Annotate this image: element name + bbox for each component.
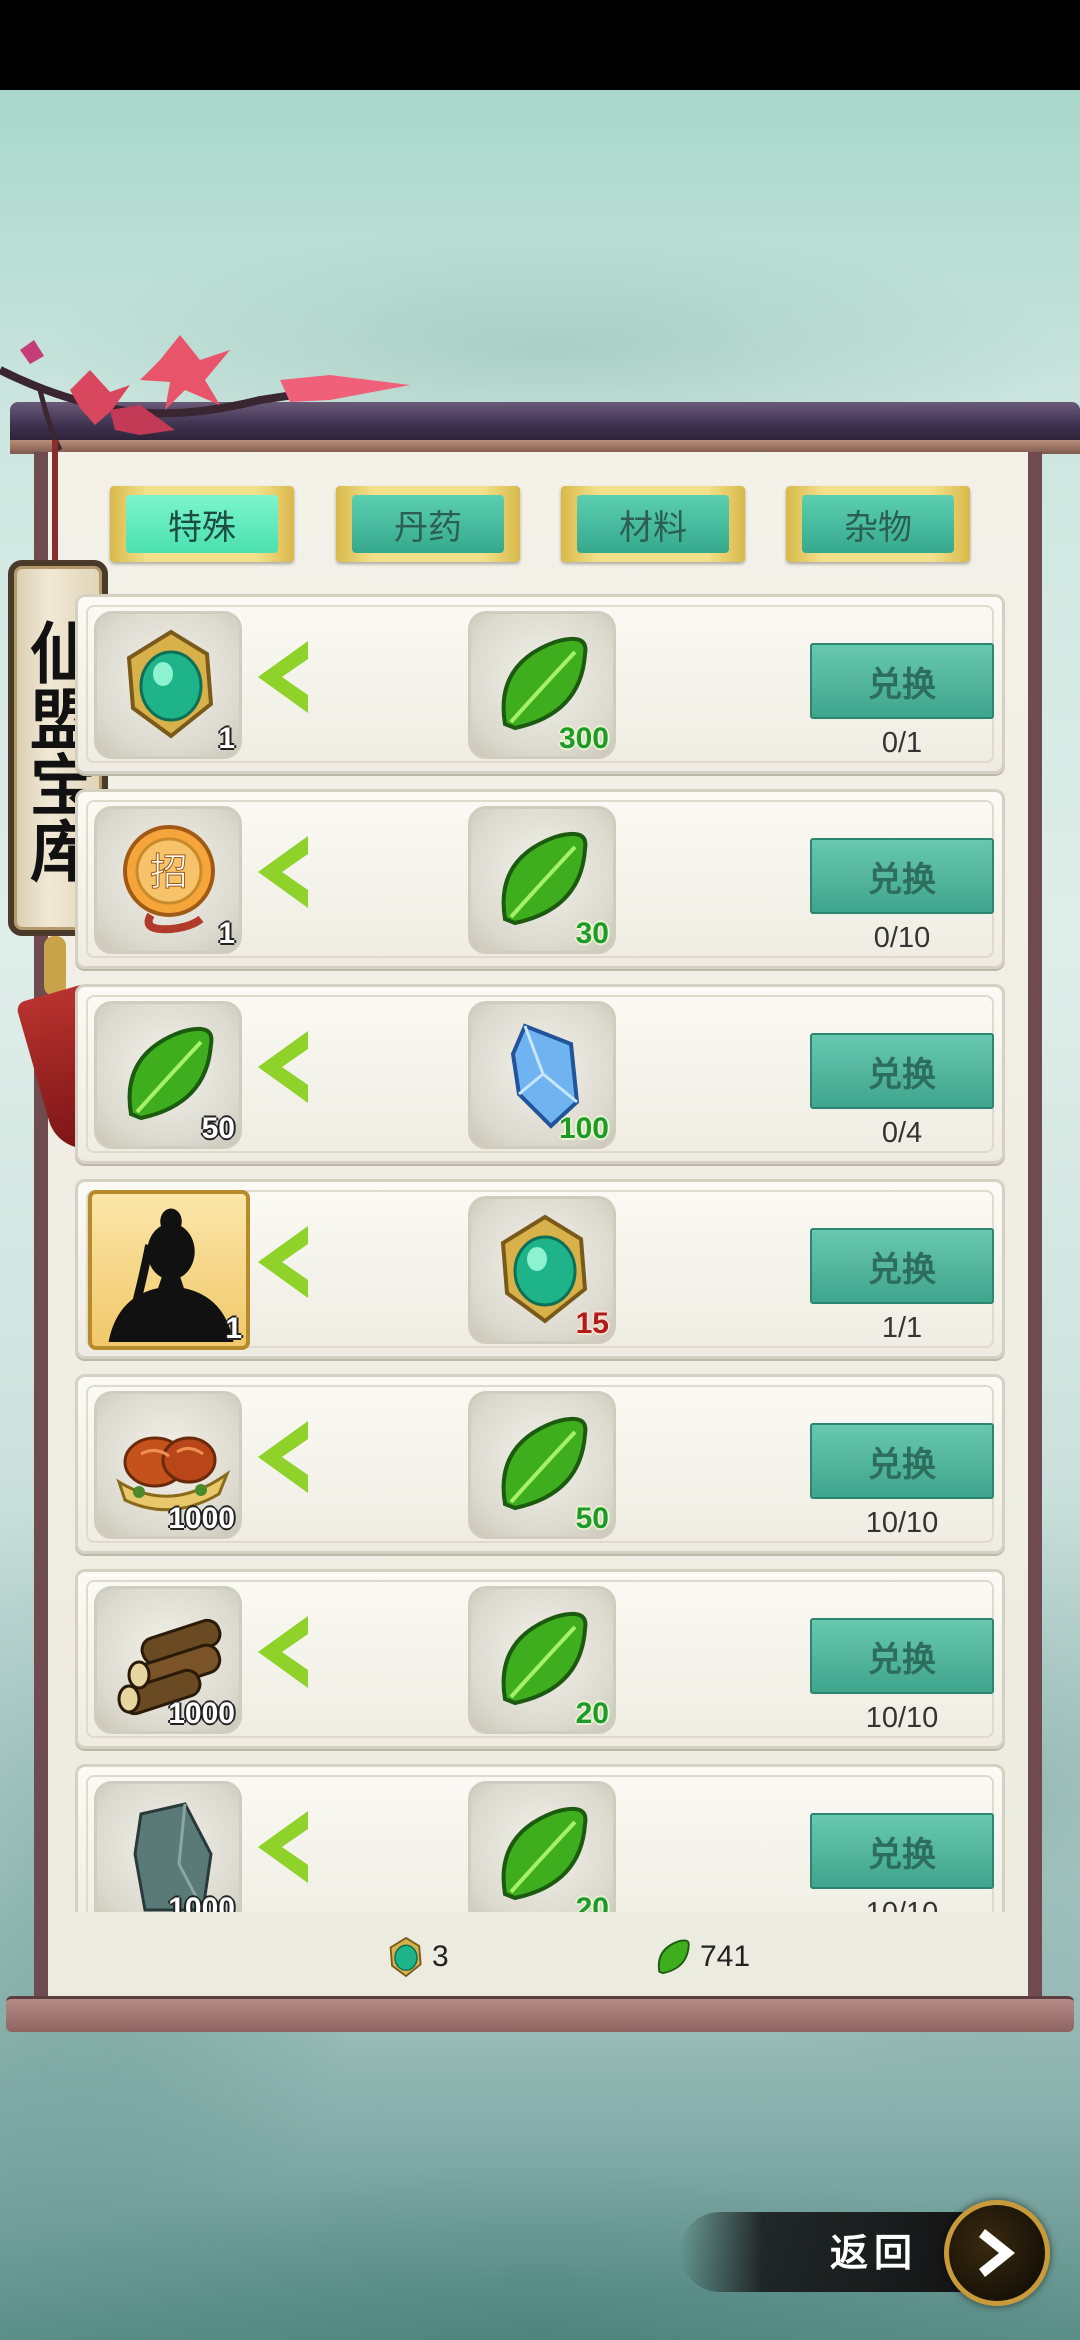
plaque-cord xyxy=(52,440,58,560)
arrow-left-icon xyxy=(258,1031,308,1103)
cost-slot[interactable]: 100 xyxy=(468,1001,616,1149)
exchange-button[interactable]: 兑换 xyxy=(810,838,994,914)
tab-misc[interactable]: 杂物 xyxy=(786,486,970,562)
jade-currency: 3 xyxy=(384,1928,449,1986)
cost-count: 20 xyxy=(575,1697,609,1730)
maple-branch-decoration xyxy=(0,335,410,452)
reward-count: 1000 xyxy=(168,1502,235,1535)
exchange-limit: 10/10 xyxy=(865,1702,939,1734)
arrow-left-icon xyxy=(258,1616,308,1688)
exchange-row: 50 100 兑换 0/4 xyxy=(75,984,1005,1164)
cost-slot[interactable]: 30 xyxy=(468,806,616,954)
exchange-button[interactable]: 兑换 xyxy=(810,1228,994,1304)
tab-materials-label: 材料 xyxy=(577,495,729,553)
exchange-limit: 0/1 xyxy=(881,727,923,759)
scroll-right-post xyxy=(1028,452,1042,2000)
leaf-amount: 741 xyxy=(700,1940,751,1973)
reward-count: 1000 xyxy=(168,1697,235,1730)
arrow-left-icon xyxy=(258,1226,308,1298)
exchange-row: 招 1 30 兑换 0/10 xyxy=(75,789,1005,969)
cost-count: 30 xyxy=(575,917,609,950)
reward-slot[interactable]: 50 xyxy=(94,1001,242,1149)
cost-count: 20 xyxy=(575,1892,609,1912)
currency-bar: 3 741 xyxy=(70,1912,1010,1996)
exchange-button[interactable]: 兑换 xyxy=(810,643,994,719)
cost-slot[interactable]: 15 xyxy=(468,1196,616,1344)
tab-special-label: 特殊 xyxy=(126,495,278,553)
green-leaf-icon xyxy=(657,1939,690,1975)
reward-count: 1 xyxy=(218,722,235,755)
cost-count: 100 xyxy=(558,1112,609,1145)
tab-special[interactable]: 特殊 xyxy=(110,486,294,562)
jade-talisman-icon xyxy=(389,1936,422,1978)
arrow-left-icon xyxy=(258,641,308,713)
reward-count: 1 xyxy=(225,1312,242,1345)
exchange-list[interactable]: 1 300 兑换 0/1 招 1 30 兑换 0/10 50 100 兑换 0/… xyxy=(70,586,1010,1912)
exchange-button[interactable]: 兑换 xyxy=(810,1033,994,1109)
chevron-right-icon xyxy=(979,2229,1015,2277)
exchange-row: 1000 50 兑换 10/10 xyxy=(75,1374,1005,1554)
exchange-button[interactable]: 兑换 xyxy=(810,1813,994,1889)
reward-slot[interactable]: 1000 xyxy=(94,1586,242,1734)
cost-slot[interactable]: 20 xyxy=(468,1586,616,1734)
reward-slot[interactable]: 招 1 xyxy=(94,806,242,954)
exchange-row: 1 15 兑换 1/1 xyxy=(75,1179,1005,1359)
exchange-limit: 1/1 xyxy=(881,1312,923,1344)
exchange-limit: 10/10 xyxy=(810,1897,994,1912)
exchange-button[interactable]: 兑换 xyxy=(810,1618,994,1694)
back-button[interactable] xyxy=(944,2200,1050,2306)
arrow-left-icon xyxy=(258,1421,308,1493)
back-label[interactable]: 返回 xyxy=(830,2222,918,2277)
tab-materials[interactable]: 材料 xyxy=(561,486,745,562)
status-bar xyxy=(0,0,1080,90)
cost-slot[interactable]: 300 xyxy=(468,611,616,759)
exchange-row: 1 300 兑换 0/1 xyxy=(75,594,1005,774)
exchange-limit: 10/10 xyxy=(865,1507,939,1539)
jade-amount: 3 xyxy=(432,1940,449,1973)
exchange-limit: 0/4 xyxy=(881,1117,923,1149)
reward-count: 1000 xyxy=(168,1892,235,1912)
svg-text:招: 招 xyxy=(150,850,188,894)
cost-slot[interactable]: 50 xyxy=(468,1391,616,1539)
exchange-row: 1000 20 兑换 10/10 xyxy=(75,1764,1005,1912)
cost-slot[interactable]: 20 xyxy=(468,1781,616,1912)
tab-misc-label: 杂物 xyxy=(802,495,954,553)
tassel-knot xyxy=(44,936,66,996)
arrow-left-icon xyxy=(258,836,308,908)
exchange-limit: 0/10 xyxy=(873,922,931,954)
exchange-row: 1000 20 兑换 10/10 xyxy=(75,1569,1005,1749)
reward-slot[interactable]: 1 xyxy=(94,611,242,759)
recruit-token-icon: 招 xyxy=(123,825,215,934)
reward-count: 1 xyxy=(218,917,235,950)
arrow-left-icon xyxy=(258,1811,308,1883)
cost-count: 50 xyxy=(575,1502,609,1535)
reward-slot[interactable]: 1000 xyxy=(94,1391,242,1539)
cost-count: 300 xyxy=(558,722,609,755)
scroll-bottom-beam xyxy=(6,1996,1074,2032)
reward-count: 50 xyxy=(201,1112,235,1145)
tab-elixirs-label: 丹药 xyxy=(352,495,504,553)
leaf-currency: 741 xyxy=(652,1928,750,1986)
exchange-button[interactable]: 兑换 xyxy=(810,1423,994,1499)
character-silhouette-icon xyxy=(108,1208,234,1342)
cost-count: 15 xyxy=(575,1307,609,1340)
tab-elixirs[interactable]: 丹药 xyxy=(336,486,520,562)
reward-slot[interactable]: 1 xyxy=(88,1190,250,1350)
jade-talisman-icon xyxy=(126,629,214,739)
reward-slot[interactable]: 1000 xyxy=(94,1781,242,1912)
